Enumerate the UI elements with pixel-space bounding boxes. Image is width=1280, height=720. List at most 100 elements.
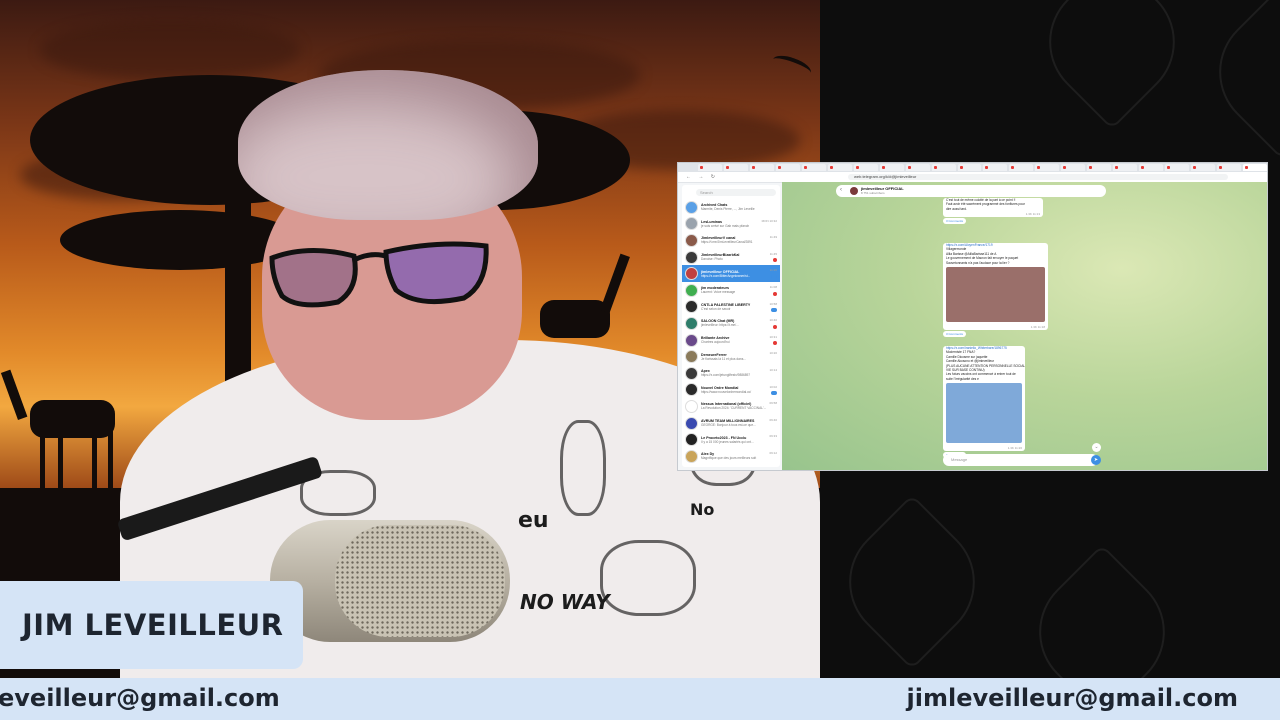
chat-list-item[interactable]: CNTLA PALESTINE LIBERTY C'est selon de sa… [682, 299, 780, 316]
chat-preview: jimleveilleur: https://t.me/... [701, 323, 739, 328]
chat-list-item[interactable]: SALOON Chat (MR) jimleveilleur: https://t… [682, 315, 780, 332]
browser-tab[interactable] [827, 164, 852, 171]
comments-link[interactable]: 3 Comments [943, 218, 967, 224]
chat-time: 09:33 [769, 434, 777, 439]
browser-tab[interactable] [1009, 164, 1034, 171]
browser-tab[interactable] [931, 164, 956, 171]
browser-tab[interactable] [853, 164, 878, 171]
favicon-icon [985, 166, 989, 169]
browser-tab[interactable] [723, 164, 748, 171]
favicon-icon [1089, 166, 1093, 169]
comments-link[interactable]: 3 Comments [943, 331, 967, 337]
url-field[interactable]: web.telegram.org/k/#@jimleveilleur [848, 174, 1228, 180]
chat-time: 09:12 [769, 450, 777, 455]
favicon-icon [700, 166, 703, 169]
favicon-icon [907, 166, 911, 169]
chat-preview: Chartres aujourd'hui [701, 340, 730, 345]
chat-avatar [685, 449, 698, 463]
chat-list-item[interactable]: Le Proceto2023 - FN Ucclu Il y a 15 000 j… [682, 431, 780, 448]
favicon-icon [881, 166, 885, 169]
post-media[interactable] [946, 267, 1045, 323]
chat-avatar [685, 267, 698, 281]
browser-tab[interactable] [1113, 164, 1138, 171]
chat-preview: Danoise: Photo [701, 257, 723, 262]
chat-list-item[interactable]: Brillante Archive Chartres aujourd'hui 10:… [682, 332, 780, 349]
chat-list-item[interactable]: Alex Dy Magnifique que des jours meilleur… [682, 448, 780, 465]
unread-badge [771, 274, 777, 279]
chat-avatar [685, 217, 698, 231]
browser-tab[interactable] [775, 164, 800, 171]
browser-tab[interactable] [1087, 164, 1112, 171]
chat-avatar [685, 250, 698, 264]
chat-list-item[interactable]: Archived Chats Marmite, Denis Pierre, ...… [682, 199, 780, 216]
browser-tab[interactable] [905, 164, 930, 171]
search-input[interactable]: Search [696, 189, 776, 196]
browser-tab[interactable] [957, 164, 982, 171]
chat-list-item[interactable]: jimleveilleur OFFICIAL https://x.com/Bitt… [682, 265, 780, 282]
back-icon[interactable]: ‹ [840, 187, 842, 193]
favicon-icon [777, 166, 781, 169]
chat-time: 09:58 [769, 401, 777, 406]
browser-tab[interactable] [1243, 164, 1267, 171]
chat-time: 11:08 [769, 284, 777, 289]
chat-avatar [685, 433, 698, 447]
chat-text: Nouvel Ordre Mondial https://www.nouvelor… [701, 386, 777, 394]
favicon-icon [1115, 166, 1119, 169]
send-button[interactable]: ➤ [1091, 455, 1101, 465]
chat-preview: Marmite, Denis Pierre, ..., Jim Leveille [701, 207, 755, 212]
chat-list-item[interactable]: Nessus International (officiel) La Revolu… [682, 398, 780, 415]
chat-text: Alex Dy Magnifique que des jours meilleur… [701, 452, 777, 460]
chat-list-item[interactable]: DemeureFerrer Je florissais là 11 et plus… [682, 348, 780, 365]
browser-tab[interactable] [698, 164, 722, 171]
chat-preview: https://t.me/JimLeveilleurCanal/2891 [701, 240, 753, 245]
chat-preview: Je florissais là 11 et plus dans... [701, 356, 746, 361]
chat-preview: La Revolution 2024: 'CURRENT VACCINAL'..… [701, 406, 767, 411]
chat-list-item[interactable]: JimleveilleurBizarbKal Danoise: Photo 11:4… [682, 249, 780, 266]
browser-tab[interactable] [1061, 164, 1086, 171]
chat-list-item[interactable]: jim moderateurs Laurent: Voice message 11:… [682, 282, 780, 299]
chat-header: ‹ jimleveilleur OFFICIAL 8 751 subscribe… [836, 185, 1106, 197]
browser-tab[interactable] [1035, 164, 1060, 171]
chat-list-item[interactable]: JimleveilleurV canal https://t.me/JimLeve… [682, 232, 780, 249]
browser-tab[interactable] [801, 164, 826, 171]
chat-avatar [685, 350, 698, 364]
chat-text: jimleveilleur OFFICIAL https://x.com/Bitt… [701, 270, 777, 278]
favicon-icon [725, 166, 729, 169]
browser-tab[interactable] [1191, 164, 1216, 171]
favicon-icon [933, 166, 937, 169]
browser-tab[interactable] [1165, 164, 1190, 171]
chat-text: Apex https://x.com/jetunglifestv/9886897 [701, 369, 777, 377]
browser-tab[interactable] [1217, 164, 1242, 171]
browser-tab-bar [678, 163, 1267, 172]
browser-nav-icons[interactable]: ← → ↻ [686, 174, 718, 180]
chat-preview: GEORGE: Bonjour à tous est-ce que... [701, 423, 756, 428]
email-banner: eveilleur@gmail.com jimleveilleur@gmail.… [0, 678, 1280, 720]
bird [770, 51, 814, 81]
chat-time: 10:20 [769, 351, 777, 356]
favicon-icon [1063, 166, 1067, 169]
unread-badge [773, 341, 777, 346]
message-input[interactable]: Message [943, 454, 1098, 466]
chat-text: AVRUM TEAM MILLIONNAIRES GEORGE: Bonjour … [701, 419, 777, 427]
chat-list-item[interactable]: LesLuminas je suis arrivé sur Gab mais pf… [682, 216, 780, 233]
browser-tab[interactable] [1139, 164, 1164, 171]
channel-post[interactable]: https://x.com/AloyenFrance/1719 Villagerm… [943, 243, 1048, 331]
chat-time: 10:58 [769, 301, 777, 306]
favicon-icon [1037, 166, 1041, 169]
channel-post[interactable]: C'est tout de même culotté de la part à … [943, 198, 1043, 218]
chat-avatar [685, 300, 698, 314]
browser-tab[interactable] [983, 164, 1008, 171]
favicon-icon [1245, 166, 1249, 169]
post-meta: 1.3K 11:26 [1007, 446, 1022, 451]
chat-avatar [685, 333, 698, 347]
chat-list-item[interactable]: Apex https://x.com/jetunglifestv/9886897 1… [682, 365, 780, 382]
browser-tab[interactable] [749, 164, 774, 171]
chat-list-item[interactable]: AVRUM TEAM MILLIONNAIRES GEORGE: Bonjour … [682, 415, 780, 432]
browser-tab[interactable] [879, 164, 904, 171]
chat-list-item[interactable]: Nouvel Ordre Mondial https://www.nouvelor… [682, 382, 780, 399]
post-media[interactable] [946, 383, 1022, 444]
chat-items: Archived Chats Marmite, Denis Pierre, ...… [682, 199, 780, 465]
unread-badge [773, 291, 777, 296]
channel-post[interactable]: https://x.com/Iraniello_Whiterbare/18967… [943, 346, 1025, 452]
scroll-down-button[interactable]: ⌄ [1092, 443, 1101, 452]
